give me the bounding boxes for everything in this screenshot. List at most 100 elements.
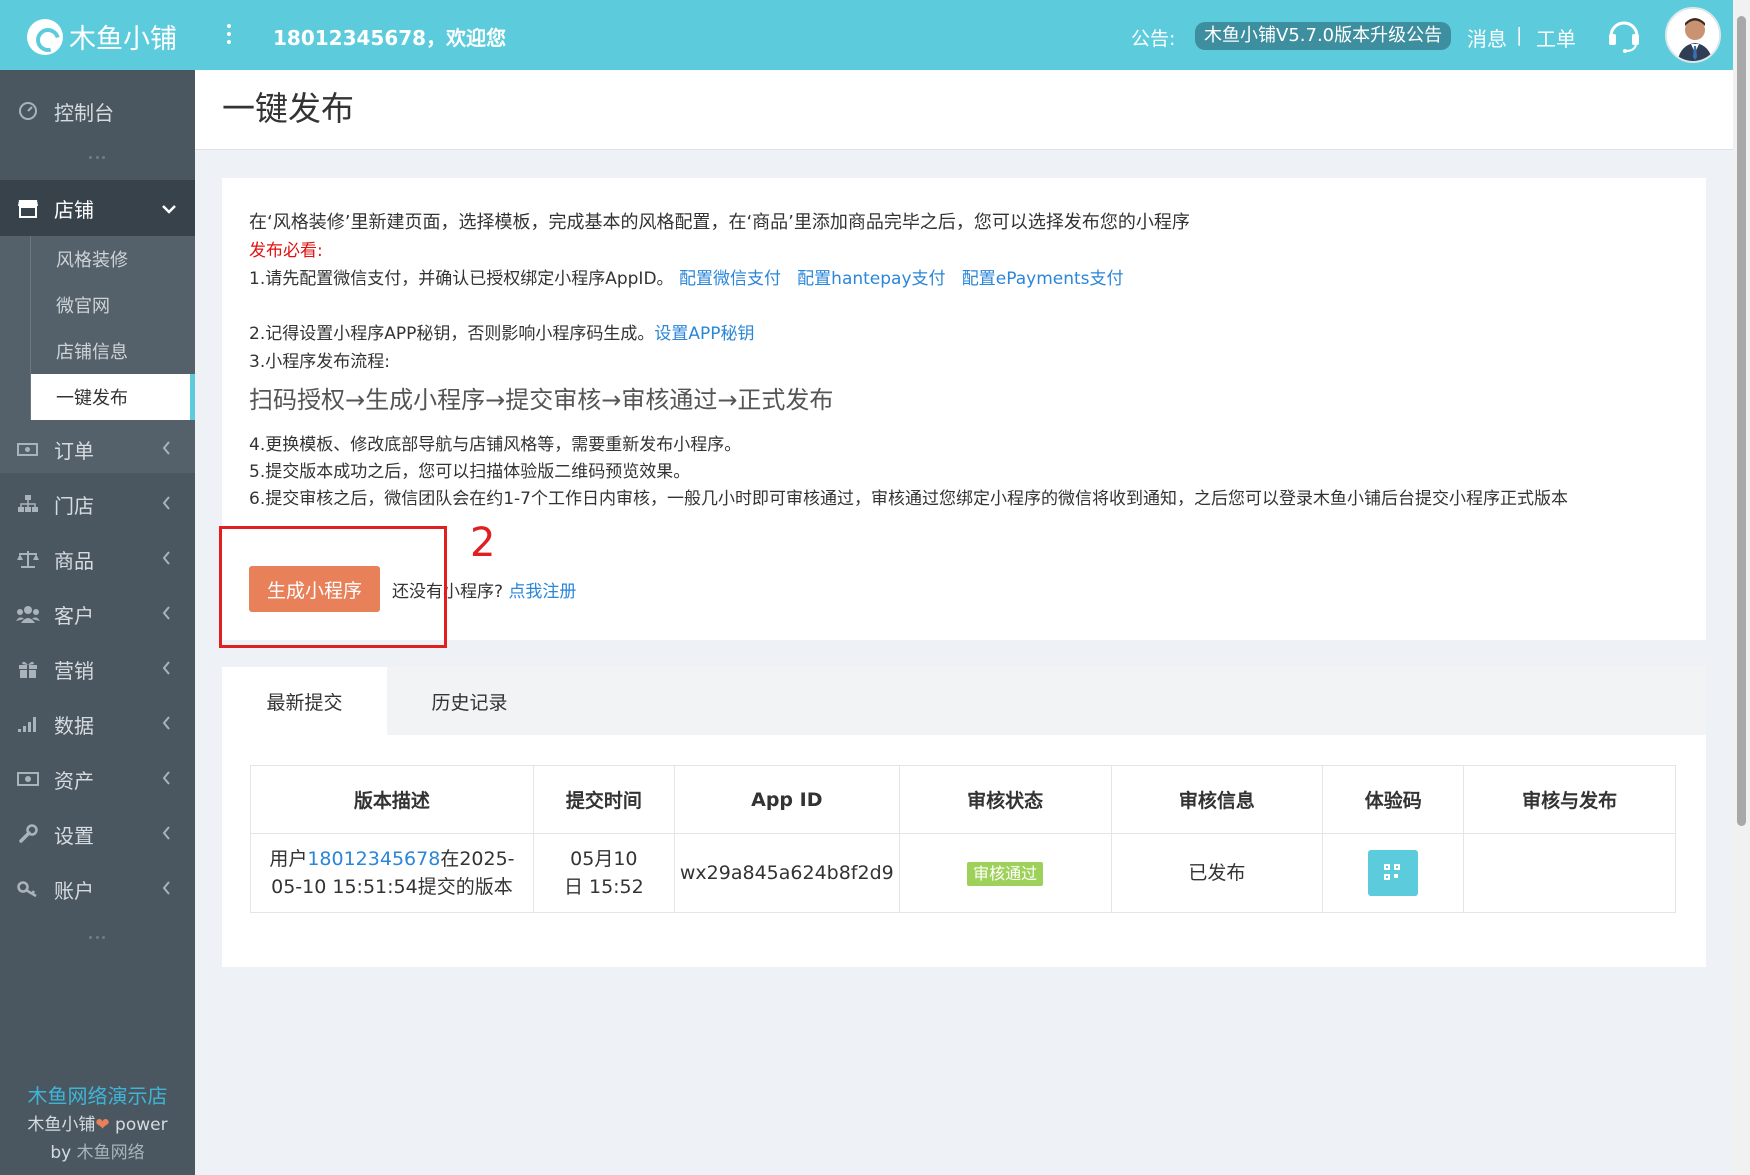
column-header: App ID [673, 765, 900, 834]
step-6: 6.提交审核之后，微信团队会在约1-7个工作日内审核，一般几小时即可审核通过，审… [249, 489, 1568, 509]
sidebar-subitem-one-click-publish[interactable]: 一键发布 [30, 374, 195, 420]
sidebar-item-store[interactable]: 店铺 [0, 180, 195, 236]
register-link[interactable]: 点我注册 [508, 582, 576, 602]
logo-icon [27, 18, 63, 55]
intro-text: 在‘风格装修’里新建页面，选择模板，完成基本的风格配置，在‘商品’里添加商品完毕… [249, 212, 1190, 233]
chevron-left-icon [162, 824, 171, 845]
logo[interactable]: 木鱼小铺 [27, 17, 177, 56]
sidebar-item-orders[interactable]: 订单 [0, 426, 195, 472]
tab-history[interactable]: 历史记录 [387, 667, 552, 735]
users-icon [16, 602, 40, 626]
sidebar-divider [89, 156, 105, 160]
sidebar-subitem-style-decoration[interactable]: 风格装修 [30, 236, 195, 282]
column-header: 体验码 [1322, 765, 1465, 834]
must-read-label: 发布必看: [249, 241, 323, 261]
user-avatar[interactable] [1665, 7, 1721, 63]
sidebar-item-assets[interactable]: 资产 [0, 756, 195, 802]
sidebar-item-customers[interactable]: 客户 [0, 591, 195, 637]
table-row: 用户18012345678在2025-05-10 15:51:54提交的版本 0… [250, 833, 1676, 913]
review-publish-cell [1463, 833, 1676, 913]
customer-service-icon[interactable] [1606, 16, 1642, 54]
step-4: 4.更换模板、修改底部导航与店铺风格等，需要重新发布小程序。 [249, 435, 742, 455]
desc-prefix: 用户 [269, 848, 308, 870]
sitemap-icon [16, 492, 40, 516]
sidebar-item-account[interactable]: 账户 [0, 866, 195, 912]
sidebar-item-label: 商品 [54, 548, 94, 573]
menu-toggle-icon[interactable] [224, 24, 234, 44]
shop-name[interactable]: 木鱼网络演示店 [0, 1080, 195, 1109]
annotation-number: 2 [470, 520, 496, 566]
review-info-cell: 已发布 [1110, 833, 1324, 913]
sidebar-item-label: 营销 [54, 658, 94, 683]
sidebar-item-label: 账户 [54, 878, 94, 903]
messages-link[interactable]: 消息 [1467, 23, 1507, 52]
sidebar-item-label: 客户 [54, 603, 94, 628]
power-prefix: 木鱼小铺 [27, 1115, 96, 1135]
money-icon [16, 437, 40, 461]
configure-epayments-link[interactable]: 配置ePayments支付 [962, 269, 1124, 289]
scrollbar-thumb[interactable] [1737, 16, 1746, 826]
column-header: 审核与发布 [1463, 765, 1676, 834]
column-header: 版本描述 [250, 765, 534, 834]
app-id-cell: wx29a845a624b8f2d9 [673, 833, 900, 913]
sidebar-item-marketing[interactable]: 营销 [0, 646, 195, 692]
step-2-text: 2.记得设置小程序APP秘钥，否则影响小程序码生成。 [249, 324, 655, 344]
by-prefix: by [50, 1143, 77, 1163]
by-company: 木鱼网络 [76, 1143, 145, 1163]
welcome-text: 18012345678，欢迎您 [273, 26, 507, 50]
column-header: 审核状态 [898, 765, 1112, 834]
version-description-cell: 用户18012345678在2025-05-10 15:51:54提交的版本 [250, 833, 534, 913]
wrench-icon [16, 822, 40, 846]
sidebar-item-console[interactable]: 控制台 [0, 88, 195, 134]
page-header: 一键发布 [195, 70, 1733, 150]
tickets-link[interactable]: 工单 [1536, 23, 1576, 52]
sidebar-item-label: 控制台 [54, 100, 114, 125]
step-3: 3.小程序发布流程: [249, 352, 390, 372]
sidebar-divider [89, 936, 105, 940]
column-header: 提交时间 [532, 765, 675, 834]
set-app-secret-link[interactable]: 设置APP秘钥 [654, 324, 754, 344]
submissions-table: 版本描述 提交时间 App ID 审核状态 审核信息 体验码 审核与发布 用户1… [250, 765, 1676, 913]
configure-hantepay-link[interactable]: 配置hantepay支付 [797, 269, 945, 289]
step-1-text: 1.请先配置微信支付，并确认已授权绑定小程序AppID。 [249, 269, 674, 289]
publish-flow: 扫码授权→生成小程序→提交审核→审核通过→正式发布 [249, 386, 834, 414]
gift-icon [16, 657, 40, 681]
sidebar-item-branches[interactable]: 门店 [0, 481, 195, 527]
sidebar-item-label: 数据 [54, 713, 94, 738]
annotation-highlight-box [219, 526, 447, 648]
sidebar-subitem-store-info[interactable]: 店铺信息 [30, 328, 195, 374]
chevron-left-icon [162, 439, 171, 460]
page-scrollbar[interactable] [1733, 0, 1750, 1175]
by-text: by 木鱼网络 [0, 1138, 195, 1163]
sidebar-item-data[interactable]: 数据 [0, 701, 195, 747]
chevron-left-icon [162, 604, 171, 625]
sidebar-subitem-micro-site[interactable]: 微官网 [30, 282, 195, 328]
key-icon [16, 877, 40, 901]
step-1: 1.请先配置微信支付，并确认已授权绑定小程序AppID。 配置微信支付 配置ha… [249, 264, 1124, 289]
power-text: 木鱼小铺❤ power [0, 1110, 195, 1135]
signal-bars-icon [16, 712, 40, 736]
sidebar-item-label: 订单 [54, 438, 94, 463]
step-2: 2.记得设置小程序APP秘钥，否则影响小程序码生成。设置APP秘钥 [249, 319, 755, 344]
chevron-left-icon [162, 659, 171, 680]
sidebar-item-products[interactable]: 商品 [0, 536, 195, 582]
submit-time-cell: 05月10日 15:52 [532, 833, 675, 913]
tab-latest-submission[interactable]: 最新提交 [222, 667, 387, 735]
page-title: 一键发布 [222, 89, 354, 128]
banknote-icon [16, 767, 40, 791]
tab-bar: 最新提交 历史记录 [222, 667, 1706, 735]
notice-link[interactable]: 木鱼小铺V5.7.0版本升级公告 [1195, 22, 1452, 50]
qrcode-icon[interactable] [1368, 850, 1419, 896]
balance-scale-icon [16, 547, 40, 571]
sidebar-item-label: 门店 [54, 493, 94, 518]
trial-code-cell [1322, 833, 1465, 913]
heart-icon: ❤ [95, 1115, 110, 1135]
configure-wechat-pay-link[interactable]: 配置微信支付 [679, 269, 781, 289]
submissions-card: 最新提交 历史记录 版本描述 提交时间 App ID 审核状态 审核信息 体验码… [222, 667, 1706, 967]
sidebar: 控制台 店铺 风格装修 微官网 店铺信息 一键发布 订单 门店 商品 客户 营销… [0, 70, 195, 1175]
sidebar-item-label: 设置 [54, 823, 94, 848]
user-phone-link[interactable]: 18012345678 [307, 848, 440, 870]
chevron-left-icon [162, 494, 171, 515]
status-badge: 审核通过 [967, 862, 1044, 886]
sidebar-item-settings[interactable]: 设置 [0, 811, 195, 857]
